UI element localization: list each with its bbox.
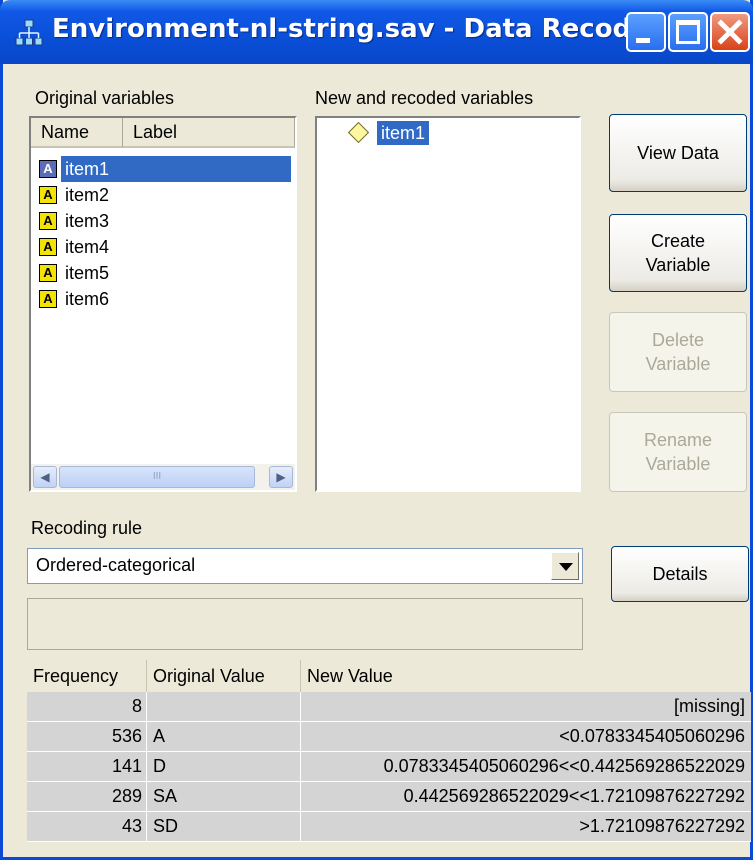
table-row[interactable]: 43 SD >1.72109876227292 <box>27 812 751 842</box>
maximize-icon <box>676 20 700 44</box>
string-variable-icon: A <box>39 290 57 308</box>
new-value-cell[interactable]: 0.0783345405060296<<0.442569286522029 <box>301 752 751 781</box>
original-variables-list[interactable]: Name Label A item1 A item2 A item3 A ite… <box>29 116 297 492</box>
table-row[interactable]: 141 D 0.0783345405060296<<0.442569286522… <box>27 752 751 782</box>
scroll-left-icon[interactable]: ◀ <box>33 466 57 488</box>
table-row[interactable]: 8 [missing] <box>27 692 751 722</box>
column-header-original-value[interactable]: Original Value <box>147 660 301 692</box>
variable-name: item4 <box>65 237 110 257</box>
new-variable-name: item1 <box>377 121 430 145</box>
new-variables-tree[interactable]: item1 <box>315 116 581 492</box>
delete-variable-button[interactable]: Delete Variable <box>609 312 747 392</box>
scroll-thumb-grip: III <box>152 471 162 482</box>
rule-message-box <box>27 598 583 650</box>
tree-network-icon <box>15 19 43 46</box>
frequency-cell: 536 <box>27 722 147 751</box>
variable-name: item2 <box>65 185 110 205</box>
window-title: Environment-nl-string.sav - Data Recode <box>52 14 649 44</box>
minimize-button[interactable] <box>626 12 666 52</box>
frequency-cell: 43 <box>27 812 147 841</box>
string-variable-icon: A <box>39 264 57 282</box>
column-header-frequency[interactable]: Frequency <box>27 660 147 692</box>
rename-variable-label-line-1: Rename <box>643 430 713 450</box>
data-recode-window: Environment-nl-string.sav - Data Recode … <box>0 0 753 860</box>
variable-name: item1 <box>61 156 291 182</box>
column-header-new-value[interactable]: New Value <box>301 660 751 692</box>
close-button[interactable] <box>710 12 750 52</box>
create-variable-label-line-2: Variable <box>645 255 711 275</box>
scroll-thumb[interactable]: III <box>59 466 255 488</box>
column-header-name[interactable]: Name <box>31 118 123 148</box>
string-variable-icon: A <box>39 160 57 178</box>
rename-variable-label-line-2: Variable <box>645 454 711 474</box>
frequency-cell: 141 <box>27 752 147 781</box>
column-header-label[interactable]: Label <box>123 118 295 148</box>
diamond-icon <box>347 121 370 144</box>
recoding-rule-value: Ordered-categorical <box>36 555 196 575</box>
new-variables-label: New and recoded variables <box>315 88 534 108</box>
frequency-cell: 289 <box>27 782 147 811</box>
delete-variable-label-line-2: Variable <box>645 354 711 374</box>
create-variable-button[interactable]: Create Variable <box>609 214 747 292</box>
new-value-cell[interactable]: [missing] <box>301 692 751 721</box>
rename-variable-button[interactable]: Rename Variable <box>609 412 747 492</box>
original-variables-label: Original variables <box>35 88 175 108</box>
scroll-right-icon[interactable]: ▶ <box>269 466 293 488</box>
maximize-button[interactable] <box>668 12 708 52</box>
horizontal-scrollbar[interactable]: ◀ III ▶ <box>31 464 295 490</box>
recoding-rule-label: Recoding rule <box>31 518 143 538</box>
string-variable-icon: A <box>39 186 57 204</box>
create-variable-label-line-1: Create <box>650 231 706 251</box>
original-value-cell: D <box>147 752 301 781</box>
title-bar[interactable]: Environment-nl-string.sav - Data Recode <box>0 0 753 64</box>
minimize-icon <box>636 38 650 43</box>
frequency-cell: 8 <box>27 692 147 721</box>
recoding-rule-select[interactable]: Ordered-categorical <box>27 548 583 584</box>
new-value-cell[interactable]: 0.442569286522029<<1.72109876227292 <box>301 782 751 811</box>
chevron-down-icon[interactable] <box>551 552 579 580</box>
delete-variable-label-line-1: Delete <box>651 330 705 350</box>
table-row[interactable]: 536 A <0.0783345405060296 <box>27 722 751 752</box>
table-row[interactable]: 289 SA 0.442569286522029<<1.721098762272… <box>27 782 751 812</box>
original-value-cell: A <box>147 722 301 751</box>
new-value-cell[interactable]: <0.0783345405060296 <box>301 722 751 751</box>
string-variable-icon: A <box>39 212 57 230</box>
variable-name: item3 <box>65 211 110 231</box>
close-icon <box>717 19 743 45</box>
details-label: Details <box>652 564 708 584</box>
new-value-cell[interactable]: >1.72109876227292 <box>301 812 751 841</box>
variable-name: item6 <box>65 289 110 309</box>
original-value-cell <box>147 692 301 721</box>
details-button[interactable]: Details <box>611 546 749 602</box>
original-value-cell: SD <box>147 812 301 841</box>
string-variable-icon: A <box>39 238 57 256</box>
view-data-button[interactable]: View Data <box>609 114 747 192</box>
original-value-cell: SA <box>147 782 301 811</box>
variable-name: item5 <box>65 263 110 283</box>
view-data-label: View Data <box>637 143 719 163</box>
